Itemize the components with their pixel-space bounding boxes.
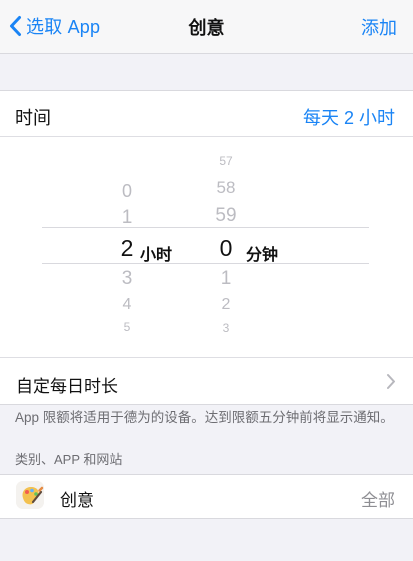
hour-option-1[interactable]: 1 <box>82 208 172 227</box>
hour-option-3[interactable]: 3 <box>82 269 172 288</box>
duration-picker[interactable]: 012345 小时 57 58 59 0 1 2 3 分钟 <box>0 137 413 357</box>
minute-option-1[interactable]: 58 <box>181 179 271 196</box>
hour-option-5[interactable]: 5 <box>82 321 172 333</box>
minute-option-6[interactable]: 3 <box>181 322 271 334</box>
minute-option-0[interactable]: 57 <box>181 155 271 167</box>
creativity-palette-icon <box>16 481 44 509</box>
custom-daily-limit-row[interactable]: 自定每日时长 <box>0 357 413 404</box>
navigation-bar: 选取 App 创意 添加 <box>0 0 413 54</box>
category-label: 创意 <box>60 491 94 510</box>
time-limit-card: 时间 每天 2 小时 012345 小时 57 58 59 0 1 2 3 分钟 自定每日时… <box>0 90 413 405</box>
time-label: 时间 <box>15 108 51 128</box>
chevron-right-icon <box>386 373 396 390</box>
category-value: 全部 <box>361 491 395 510</box>
add-button[interactable]: 添加 <box>361 14 397 40</box>
hour-option-4[interactable]: 4 <box>82 297 172 313</box>
page-title: 创意 <box>188 18 225 38</box>
hours-unit-label: 小时 <box>140 247 173 264</box>
category-section-title: 类别、APP 和网站 <box>15 452 123 467</box>
category-row[interactable]: 创意 全部 <box>0 474 413 519</box>
minutes-unit-label: 分钟 <box>246 247 279 264</box>
minute-option-4[interactable]: 1 <box>181 269 271 288</box>
screen-time-limit-editor: 选取 App 创意 添加 时间 每天 2 小时 012345 小时 57 58 59… <box>0 0 413 561</box>
custom-daily-limit-label: 自定每日时长 <box>16 377 118 396</box>
time-limit-value[interactable]: 每天 2 小时 <box>303 104 395 130</box>
minute-option-2[interactable]: 59 <box>181 206 271 225</box>
limit-notification-note: App 限额将适用于德为的设备。达到限额五分钟前将显示通知。 <box>15 410 394 425</box>
minute-option-5[interactable]: 2 <box>181 297 271 313</box>
hour-option-0[interactable]: 0 <box>82 182 172 200</box>
time-limit-row[interactable]: 时间 每天 2 小时 <box>0 91 413 137</box>
